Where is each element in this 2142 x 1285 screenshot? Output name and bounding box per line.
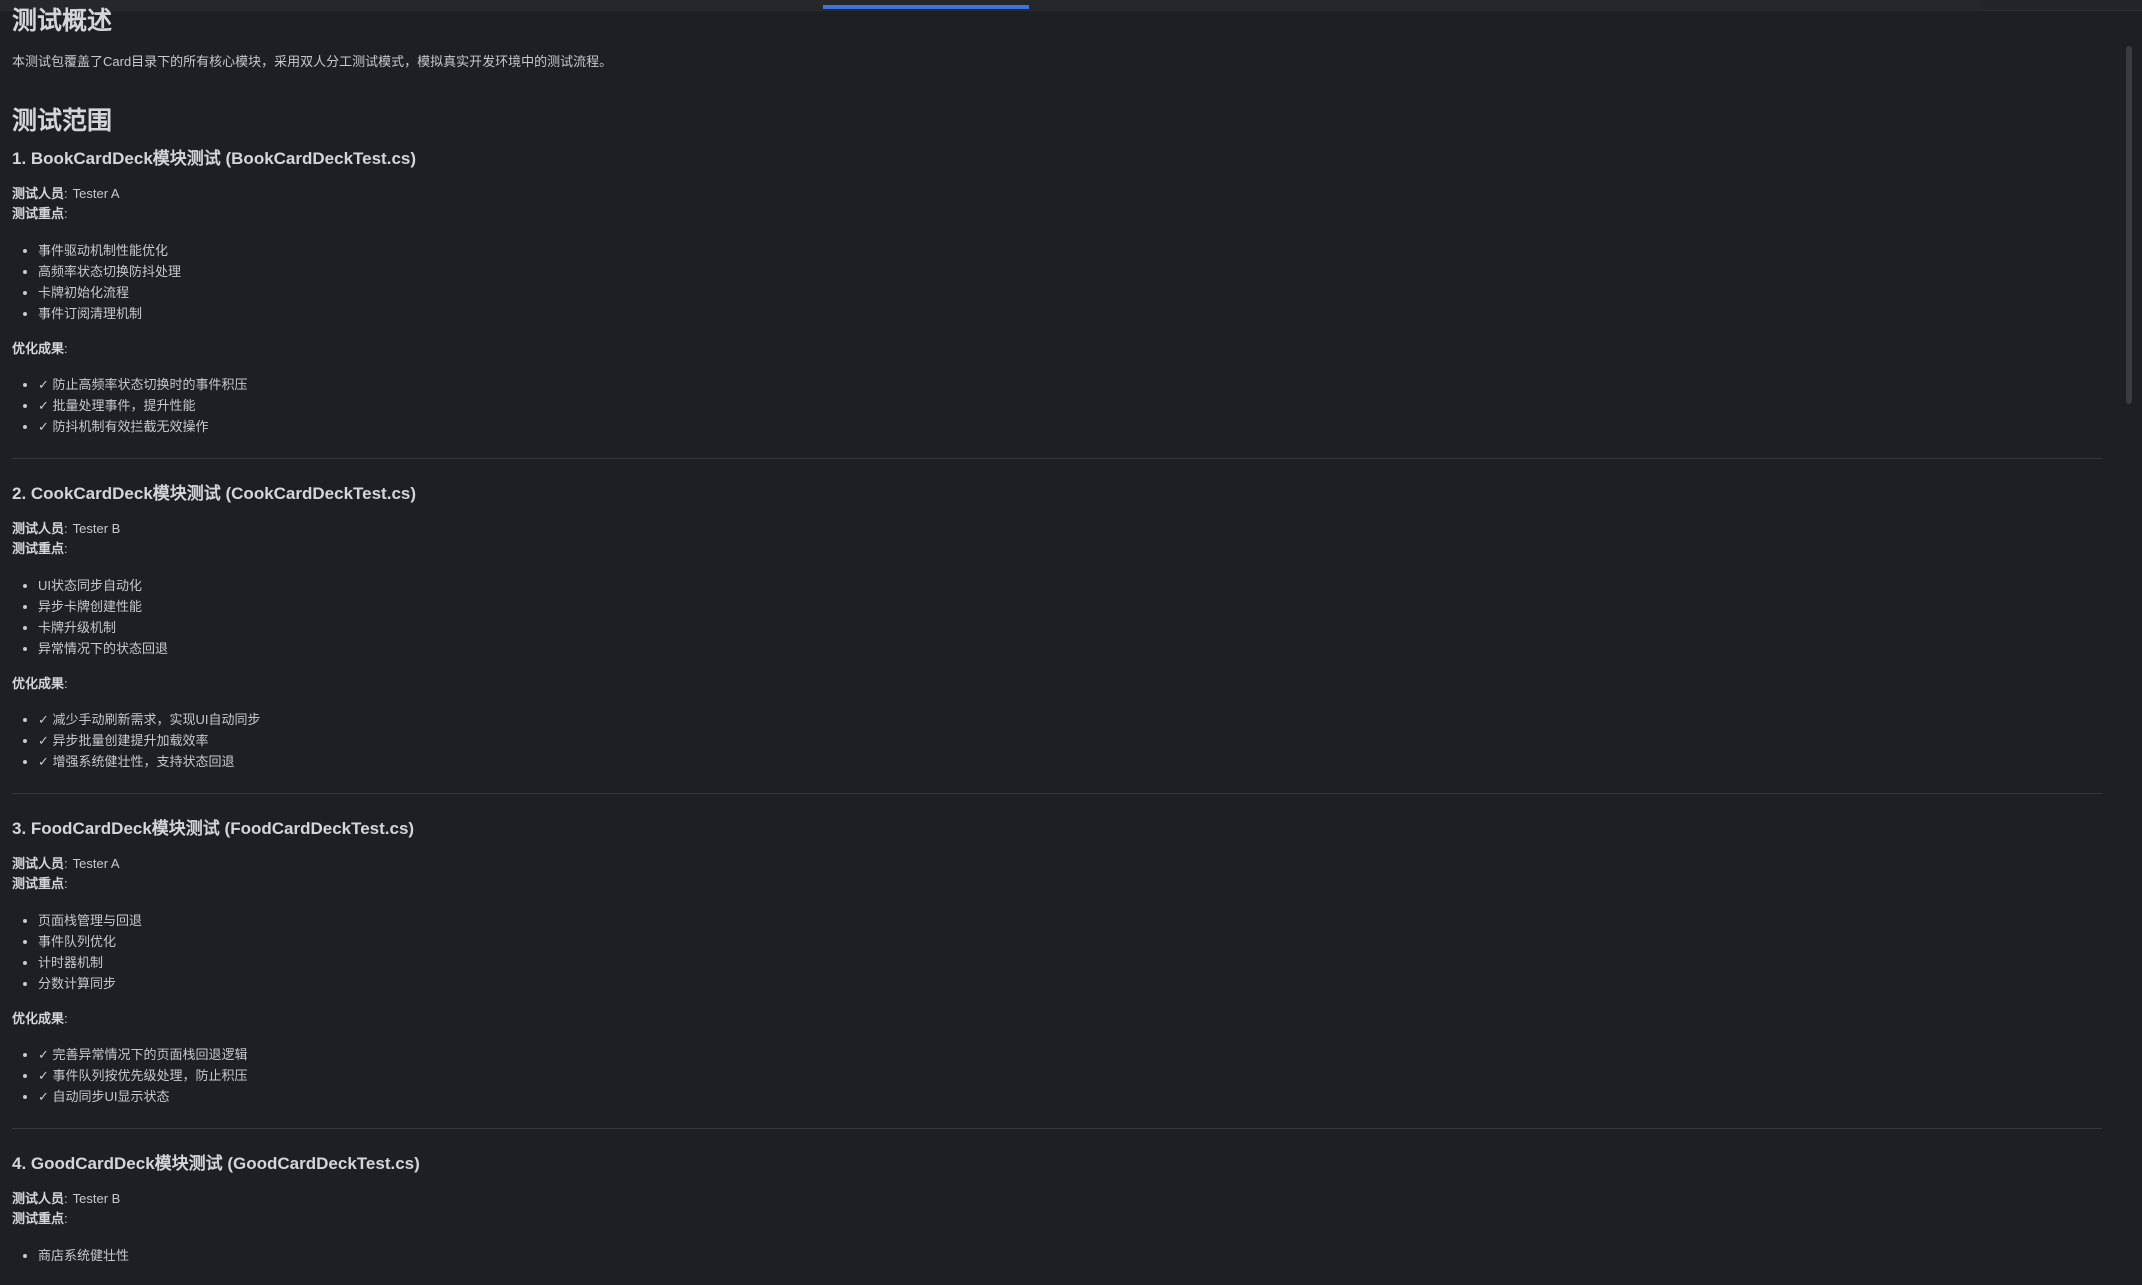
tester-line: 测试人员: Tester B — [12, 1189, 2102, 1209]
section-divider — [12, 458, 2102, 459]
section-divider — [12, 1128, 2102, 1129]
result-item: ✓ 事件队列按优先级处理，防止积压 — [38, 1065, 2102, 1086]
result-item: ✓ 防抖机制有效拦截无效操作 — [38, 416, 2102, 437]
overview-intro: 本测试包覆盖了Card目录下的所有核心模块，采用双人分工测试模式，模拟真实开发环… — [12, 54, 613, 69]
markdown-preview: 测试概述 本测试包覆盖了Card目录下的所有核心模块，采用双人分工测试模式，模拟… — [12, 7, 2102, 1266]
tester-label: 测试人员 — [12, 186, 65, 201]
results-list: ✓ 防止高频率状态切换时的事件积压✓ 批量处理事件，提升性能✓ 防抖机制有效拦截… — [12, 374, 2102, 437]
focus-label: 测试重点 — [12, 1211, 65, 1226]
focus-item: 分数计算同步 — [38, 973, 2102, 994]
module-meta: 测试人员: Tester B 测试重点: — [12, 1189, 2102, 1229]
overview-heading: 测试概述 — [12, 7, 113, 35]
focus-line: 测试重点: — [12, 1209, 2102, 1229]
label-colon: : — [64, 1191, 68, 1206]
tester-name: Tester A — [72, 856, 120, 871]
result-item: ✓ 自动同步UI显示状态 — [38, 1086, 2102, 1107]
module-section: 1. BookCardDeck模块测试 (BookCardDeckTest.cs… — [12, 149, 2102, 459]
label-colon: : — [64, 186, 68, 201]
label-colon: : — [64, 1011, 68, 1026]
label-colon: : — [64, 206, 68, 221]
focus-item: UI状态同步自动化 — [38, 575, 2102, 596]
tester-line: 测试人员: Tester A — [12, 184, 2102, 204]
results-line: 优化成果: — [12, 1010, 2102, 1028]
focus-item: 计时器机制 — [38, 952, 2102, 973]
tester-label: 测试人员 — [12, 856, 65, 871]
result-item: ✓ 防止高频率状态切换时的事件积压 — [38, 374, 2102, 395]
tester-label: 测试人员 — [12, 1191, 65, 1206]
module-list: 1. BookCardDeck模块测试 (BookCardDeckTest.cs… — [12, 149, 2102, 1266]
label-colon: : — [64, 856, 68, 871]
focus-list: 商店系统健壮性 — [12, 1245, 2102, 1266]
tester-label: 测试人员 — [12, 521, 65, 536]
result-item: ✓ 减少手动刷新需求，实现UI自动同步 — [38, 709, 2102, 730]
result-item: ✓ 增强系统健壮性，支持状态回退 — [38, 751, 2102, 772]
label-colon: : — [64, 676, 68, 691]
focus-line: 测试重点: — [12, 204, 2102, 224]
tester-name: Tester A — [72, 186, 120, 201]
tester-line: 测试人员: Tester A — [12, 854, 2102, 874]
label-colon: : — [64, 541, 68, 556]
focus-list: UI状态同步自动化异步卡牌创建性能卡牌升级机制异常情况下的状态回退 — [12, 575, 2102, 659]
focus-line: 测试重点: — [12, 539, 2102, 559]
result-item: ✓ 完善异常情况下的页面栈回退逻辑 — [38, 1044, 2102, 1065]
focus-item: 事件驱动机制性能优化 — [38, 240, 2102, 261]
label-colon: : — [64, 521, 68, 536]
vertical-scrollbar[interactable] — [2126, 46, 2132, 404]
focus-item: 异步卡牌创建性能 — [38, 596, 2102, 617]
module-section: 3. FoodCardDeck模块测试 (FoodCardDeckTest.cs… — [12, 819, 2102, 1129]
results-line: 优化成果: — [12, 340, 2102, 358]
module-heading: 1. BookCardDeck模块测试 (BookCardDeckTest.cs… — [12, 149, 417, 168]
module-meta: 测试人员: Tester A 测试重点: — [12, 854, 2102, 894]
module-meta: 测试人员: Tester B 测试重点: — [12, 519, 2102, 559]
label-colon: : — [64, 341, 68, 356]
result-item: ✓ 批量处理事件，提升性能 — [38, 395, 2102, 416]
results-list: ✓ 减少手动刷新需求，实现UI自动同步✓ 异步批量创建提升加载效率✓ 增强系统健… — [12, 709, 2102, 772]
focus-label: 测试重点 — [12, 876, 65, 891]
focus-label: 测试重点 — [12, 541, 65, 556]
module-heading: 3. FoodCardDeck模块测试 (FoodCardDeckTest.cs… — [12, 819, 415, 838]
module-heading: 4. GoodCardDeck模块测试 (GoodCardDeckTest.cs… — [12, 1154, 420, 1173]
focus-item: 卡牌升级机制 — [38, 617, 2102, 638]
focus-list: 事件驱动机制性能优化高频率状态切换防抖处理卡牌初始化流程事件订阅清理机制 — [12, 240, 2102, 324]
focus-item: 商店系统健壮性 — [38, 1245, 2102, 1266]
tester-line: 测试人员: Tester B — [12, 519, 2102, 539]
module-heading: 2. CookCardDeck模块测试 (CookCardDeckTest.cs… — [12, 484, 417, 503]
label-colon: : — [64, 876, 68, 891]
label-colon: : — [64, 1211, 68, 1226]
focus-item: 异常情况下的状态回退 — [38, 638, 2102, 659]
focus-item: 页面栈管理与回退 — [38, 910, 2102, 931]
module-meta: 测试人员: Tester A 测试重点: — [12, 184, 2102, 224]
results-list: ✓ 完善异常情况下的页面栈回退逻辑✓ 事件队列按优先级处理，防止积压✓ 自动同步… — [12, 1044, 2102, 1107]
tester-name: Tester B — [72, 1191, 121, 1206]
results-label: 优化成果 — [12, 1011, 65, 1026]
focus-label: 测试重点 — [12, 206, 65, 221]
scope-heading: 测试范围 — [12, 107, 113, 135]
focus-list: 页面栈管理与回退事件队列优化计时器机制分数计算同步 — [12, 910, 2102, 994]
results-label: 优化成果 — [12, 341, 65, 356]
focus-item: 高频率状态切换防抖处理 — [38, 261, 2102, 282]
focus-line: 测试重点: — [12, 874, 2102, 894]
focus-item: 事件订阅清理机制 — [38, 303, 2102, 324]
result-item: ✓ 异步批量创建提升加载效率 — [38, 730, 2102, 751]
module-section: 2. CookCardDeck模块测试 (CookCardDeckTest.cs… — [12, 484, 2102, 794]
focus-item: 卡牌初始化流程 — [38, 282, 2102, 303]
tester-name: Tester B — [72, 521, 121, 536]
focus-item: 事件队列优化 — [38, 931, 2102, 952]
section-divider — [12, 793, 2102, 794]
results-label: 优化成果 — [12, 676, 65, 691]
results-line: 优化成果: — [12, 675, 2102, 693]
module-section: 4. GoodCardDeck模块测试 (GoodCardDeckTest.cs… — [12, 1154, 2102, 1266]
